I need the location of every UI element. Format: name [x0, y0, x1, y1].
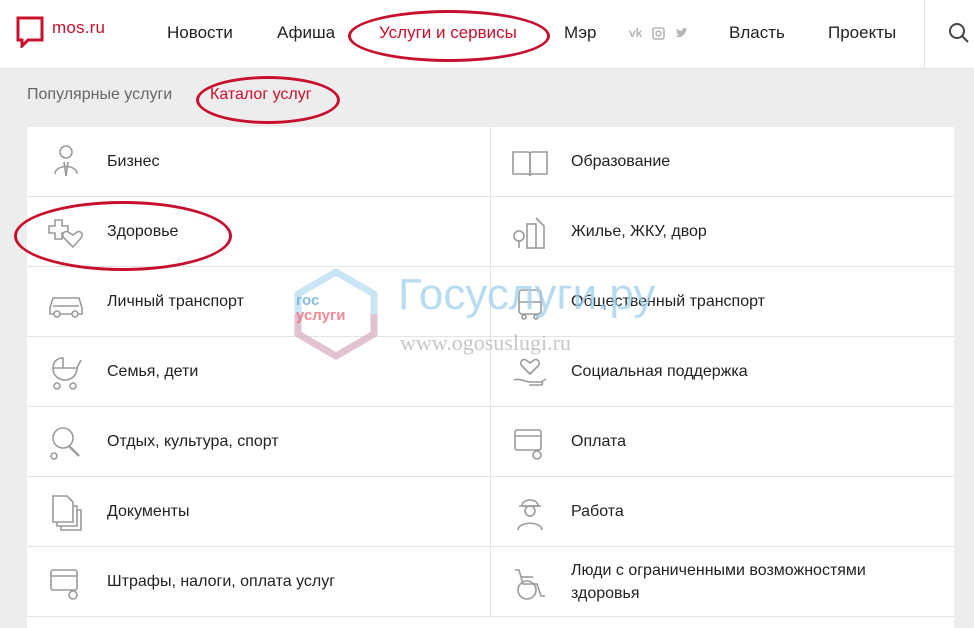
catalog-item-leisure[interactable]: Отдых, культура, спорт — [27, 407, 491, 477]
wallet-icon — [514, 429, 542, 460]
catalog-item-payment[interactable]: Оплата — [491, 407, 954, 477]
nav-projects[interactable]: Проекты — [828, 23, 896, 43]
catalog-item-label: Документы — [107, 503, 190, 520]
catalog-item-documents[interactable]: Документы — [27, 477, 491, 547]
logo-text: mos.ru — [52, 18, 106, 37]
search-icon[interactable] — [948, 22, 970, 44]
catalog-item-health[interactable]: Здоровье — [27, 197, 491, 267]
catalog-item-label: Семья, дети — [107, 363, 199, 380]
catalog-item-label: Оплата — [571, 433, 627, 450]
catalog-item-label: Общественный транспорт — [571, 293, 765, 310]
catalog-item-housing[interactable]: Жилье, ЖКУ, двор — [491, 197, 954, 267]
mos-ru-logo[interactable]: mos.ru — [16, 16, 105, 48]
nav-mayor[interactable]: Мэр — [564, 23, 596, 43]
catalog-item-public-transport[interactable]: Общественный транспорт — [491, 267, 954, 337]
catalog-item-social-support[interactable]: Социальная поддержка — [491, 337, 954, 407]
nav-services[interactable]: Услуги и сервисы — [379, 23, 517, 43]
catalog-item-family[interactable]: Семья, дети — [27, 337, 491, 407]
tab-service-catalog[interactable]: Каталог услуг — [210, 86, 312, 104]
nav-news[interactable]: Новости — [167, 23, 233, 43]
documents-icon — [52, 495, 82, 531]
catalog-item-fines-taxes[interactable]: Штрафы, налоги, оплата услуг — [27, 547, 491, 617]
speech-bubble-logo-icon — [16, 16, 44, 48]
book-icon — [512, 151, 548, 177]
wheelchair-icon — [515, 569, 545, 600]
nav-government[interactable]: Власть — [729, 23, 785, 43]
catalog-item-label: Образование — [571, 153, 671, 170]
fines-icon — [50, 569, 78, 600]
bus-icon — [518, 289, 542, 320]
heart-hand-icon — [513, 358, 547, 386]
catalog-item-label: Социальная поддержка — [571, 363, 748, 380]
catalog-item-label: Работа — [571, 503, 624, 520]
catalog-item-personal-transport[interactable]: Личный транспорт — [27, 267, 491, 337]
catalog-item-work[interactable]: Работа — [491, 477, 954, 547]
catalog-item-label: Люди с ограниченными возможностями здоро… — [571, 561, 866, 602]
service-catalog-grid: Бизнес Образование Здоровье Жилье, ЖКУ, … — [27, 127, 954, 628]
catalog-item-label: Жилье, ЖКУ, двор — [571, 223, 707, 240]
catalog-item-label: Отдых, культура, спорт — [107, 433, 279, 450]
catalog-item-label: Бизнес — [107, 153, 160, 170]
social-links: vk — [629, 26, 689, 40]
search-divider — [924, 0, 925, 68]
twitter-icon[interactable] — [675, 27, 689, 39]
top-navigation-bar: mos.ru Новости Афиша Услуги и сервисы Мэ… — [0, 0, 974, 69]
watermark-logo-text: гос услуги — [296, 292, 346, 324]
stroller-icon — [52, 357, 82, 390]
vk-icon[interactable]: vk — [629, 26, 642, 40]
health-icon — [48, 219, 84, 249]
catalog-item-label: Личный транспорт — [107, 293, 244, 310]
instagram-icon[interactable] — [652, 26, 666, 40]
catalog-item-label: Штрафы, налоги, оплата услуг — [107, 573, 336, 590]
business-icon — [54, 145, 78, 177]
ping-pong-icon — [50, 427, 80, 460]
nav-afisha[interactable]: Афиша — [277, 23, 335, 43]
worker-icon — [517, 499, 543, 531]
catalog-item-business[interactable]: Бизнес — [27, 127, 491, 197]
catalog-item-label: Здоровье — [107, 223, 179, 240]
housing-icon — [513, 217, 545, 249]
car-icon — [49, 297, 83, 318]
tab-popular-services[interactable]: Популярные услуги — [27, 86, 172, 104]
catalog-item-disabilities[interactable]: Люди с ограниченными возможностями здоро… — [491, 547, 954, 617]
catalog-item-education[interactable]: Образование — [491, 127, 954, 197]
